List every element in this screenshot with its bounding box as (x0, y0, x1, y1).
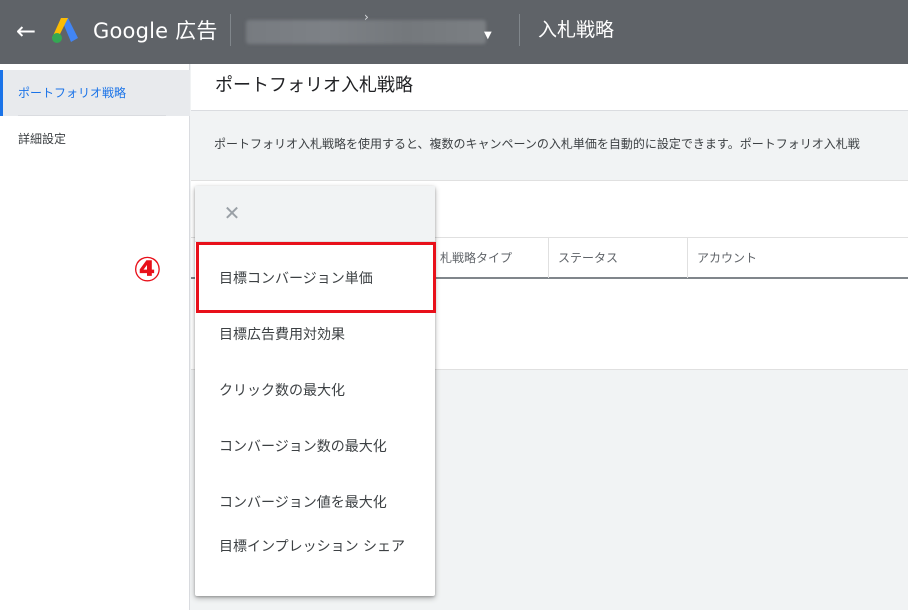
top-app-bar: ← Google 広告 › ▼ 入札戦略 (0, 0, 908, 64)
breadcrumb-chevron: › (364, 10, 369, 24)
menu-item-maximize-conversion-value[interactable]: コンバージョン値を最大化 (195, 492, 435, 514)
column-header-account[interactable]: アカウント (687, 238, 908, 278)
sidebar-item-portfolio-strategy[interactable]: ポートフォリオ戦略 (0, 70, 190, 116)
brand-title: Google 広告 (93, 19, 218, 43)
step-marker: ④ (133, 250, 162, 290)
sidebar: ポートフォリオ戦略 詳細設定 (0, 64, 190, 610)
header-divider (519, 14, 520, 46)
page-name: 入札戦略 (538, 19, 615, 41)
sidebar-item-advanced-settings[interactable]: 詳細設定 (0, 116, 190, 162)
close-icon[interactable]: ✕ (221, 202, 243, 224)
arrow-back-icon[interactable]: ← (12, 16, 40, 46)
google-ads-logo-icon (52, 18, 78, 43)
menu-item-maximize-clicks[interactable]: クリック数の最大化 (195, 380, 435, 402)
column-header-status[interactable]: ステータス (548, 238, 687, 278)
page-title: ポートフォリオ入札戦略 (215, 75, 413, 96)
page-description: ポートフォリオ入札戦略を使用すると、複数のキャンペーンの入札単価を自動的に設定で… (214, 137, 860, 151)
page-header: ポートフォリオ入札戦略 (191, 64, 908, 111)
header-divider (230, 14, 231, 46)
menu-header: ✕ (195, 186, 435, 242)
highlight-box (196, 242, 436, 313)
menu-item-maximize-conversions[interactable]: コンバージョン数の最大化 (195, 436, 435, 458)
caret-down-icon[interactable]: ▼ (484, 30, 492, 41)
column-header-strategy-type[interactable]: 札戦略タイプ (431, 238, 548, 278)
menu-item-target-roas[interactable]: 目標広告費用対効果 (195, 324, 435, 346)
menu-item-target-impression-share[interactable]: 目標インプレッション シェア (195, 536, 427, 558)
